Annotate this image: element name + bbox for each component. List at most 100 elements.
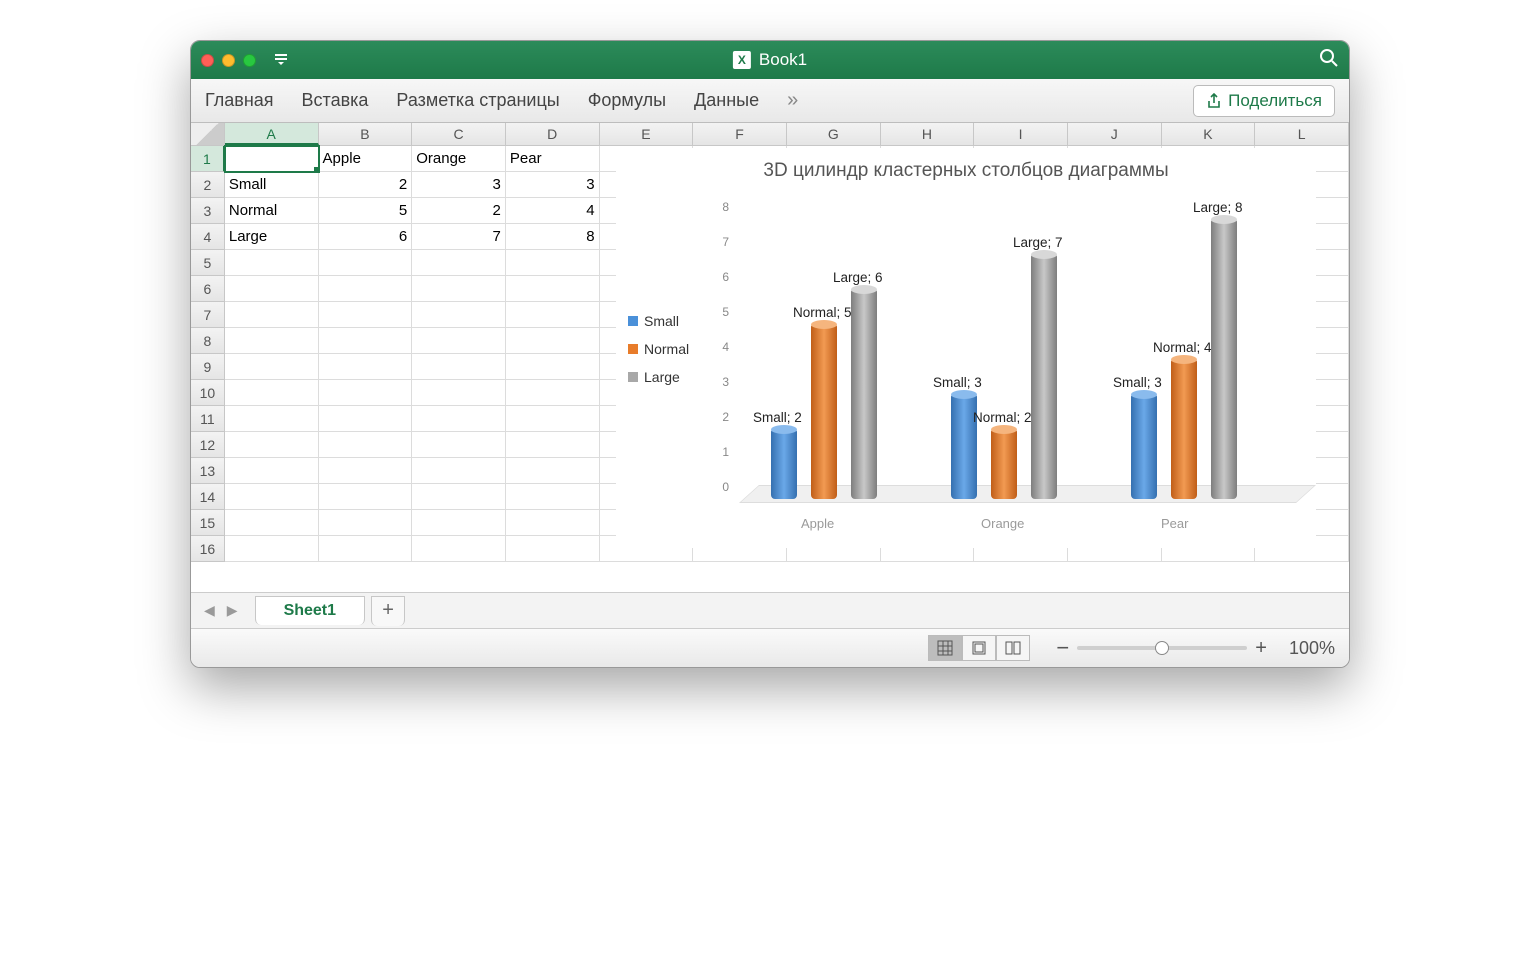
cell[interactable]: [412, 302, 506, 328]
cell[interactable]: [412, 328, 506, 354]
cell[interactable]: [506, 536, 600, 562]
row-header[interactable]: 6: [191, 276, 225, 302]
select-all-corner[interactable]: [191, 123, 225, 145]
cell[interactable]: [319, 302, 413, 328]
row-header[interactable]: 9: [191, 354, 225, 380]
cell[interactable]: [225, 406, 319, 432]
view-page-break-button[interactable]: [996, 635, 1030, 661]
cell[interactable]: [319, 328, 413, 354]
cell[interactable]: [412, 536, 506, 562]
cell[interactable]: [412, 432, 506, 458]
column-header[interactable]: B: [319, 123, 413, 145]
sheet-nav-prev[interactable]: ◀: [201, 602, 218, 619]
cell[interactable]: 4: [506, 198, 600, 224]
tab-page-layout[interactable]: Разметка страницы: [396, 90, 559, 111]
cell[interactable]: [412, 276, 506, 302]
column-header[interactable]: K: [1162, 123, 1256, 145]
cell[interactable]: [225, 536, 319, 562]
cell[interactable]: 6: [319, 224, 413, 250]
view-normal-button[interactable]: [928, 635, 962, 661]
cell[interactable]: [225, 146, 319, 172]
cell[interactable]: 5: [319, 198, 413, 224]
cell[interactable]: [412, 354, 506, 380]
row-header[interactable]: 3: [191, 198, 225, 224]
cell[interactable]: [506, 380, 600, 406]
cell[interactable]: [319, 380, 413, 406]
cell[interactable]: [412, 458, 506, 484]
row-header[interactable]: 13: [191, 458, 225, 484]
cell[interactable]: [225, 302, 319, 328]
column-header[interactable]: F: [693, 123, 787, 145]
tab-formulas[interactable]: Формулы: [588, 90, 666, 111]
cell[interactable]: [506, 406, 600, 432]
tab-insert[interactable]: Вставка: [302, 90, 369, 111]
cell[interactable]: [412, 510, 506, 536]
cell[interactable]: [225, 510, 319, 536]
row-header[interactable]: 7: [191, 302, 225, 328]
cell[interactable]: [225, 250, 319, 276]
cell[interactable]: Pear: [506, 146, 600, 172]
tab-home[interactable]: Главная: [205, 90, 274, 111]
cell[interactable]: [319, 510, 413, 536]
cell[interactable]: Small: [225, 172, 319, 198]
row-header[interactable]: 2: [191, 172, 225, 198]
row-header[interactable]: 12: [191, 432, 225, 458]
column-header[interactable]: H: [881, 123, 975, 145]
cell[interactable]: Normal: [225, 198, 319, 224]
cell[interactable]: 7: [412, 224, 506, 250]
row-header[interactable]: 14: [191, 484, 225, 510]
row-header[interactable]: 15: [191, 510, 225, 536]
cell[interactable]: [225, 354, 319, 380]
cell[interactable]: [506, 510, 600, 536]
column-header[interactable]: A: [225, 123, 319, 145]
row-header[interactable]: 10: [191, 380, 225, 406]
cell[interactable]: [506, 458, 600, 484]
column-header[interactable]: C: [412, 123, 506, 145]
row-header[interactable]: 4: [191, 224, 225, 250]
column-header[interactable]: G: [787, 123, 881, 145]
cell[interactable]: Orange: [412, 146, 506, 172]
cell[interactable]: [319, 536, 413, 562]
cell[interactable]: [506, 484, 600, 510]
cell[interactable]: [225, 458, 319, 484]
cell[interactable]: [506, 302, 600, 328]
cell[interactable]: [225, 328, 319, 354]
cell[interactable]: [412, 406, 506, 432]
cell[interactable]: [319, 458, 413, 484]
spreadsheet-grid[interactable]: ABCDEFGHIJKL 1AppleOrangePear2Small2333N…: [191, 123, 1349, 593]
sheet-nav-next[interactable]: ▶: [224, 602, 241, 619]
cell[interactable]: [225, 276, 319, 302]
cell[interactable]: 2: [412, 198, 506, 224]
cell[interactable]: [506, 276, 600, 302]
cell[interactable]: [506, 354, 600, 380]
cell[interactable]: [506, 328, 600, 354]
column-header[interactable]: I: [974, 123, 1068, 145]
cell[interactable]: [319, 276, 413, 302]
tab-data[interactable]: Данные: [694, 90, 759, 111]
close-window-button[interactable]: [201, 54, 214, 67]
minimize-window-button[interactable]: [222, 54, 235, 67]
zoom-in-button[interactable]: +: [1255, 637, 1267, 660]
cell[interactable]: 2: [319, 172, 413, 198]
maximize-window-button[interactable]: [243, 54, 256, 67]
cell[interactable]: [319, 250, 413, 276]
column-header[interactable]: D: [506, 123, 600, 145]
search-button[interactable]: [1319, 48, 1339, 73]
zoom-thumb[interactable]: [1155, 641, 1169, 655]
cell[interactable]: [225, 484, 319, 510]
row-header[interactable]: 8: [191, 328, 225, 354]
cell[interactable]: [319, 432, 413, 458]
row-header[interactable]: 16: [191, 536, 225, 562]
row-header[interactable]: 5: [191, 250, 225, 276]
more-tabs-button[interactable]: »: [787, 89, 800, 112]
cell[interactable]: [412, 250, 506, 276]
view-page-layout-button[interactable]: [962, 635, 996, 661]
cell[interactable]: [506, 250, 600, 276]
cell[interactable]: [412, 380, 506, 406]
cell[interactable]: [225, 432, 319, 458]
add-sheet-button[interactable]: +: [371, 596, 405, 626]
zoom-percent[interactable]: 100%: [1289, 638, 1335, 659]
cell[interactable]: 3: [506, 172, 600, 198]
cell[interactable]: 8: [506, 224, 600, 250]
zoom-track[interactable]: [1077, 646, 1247, 650]
